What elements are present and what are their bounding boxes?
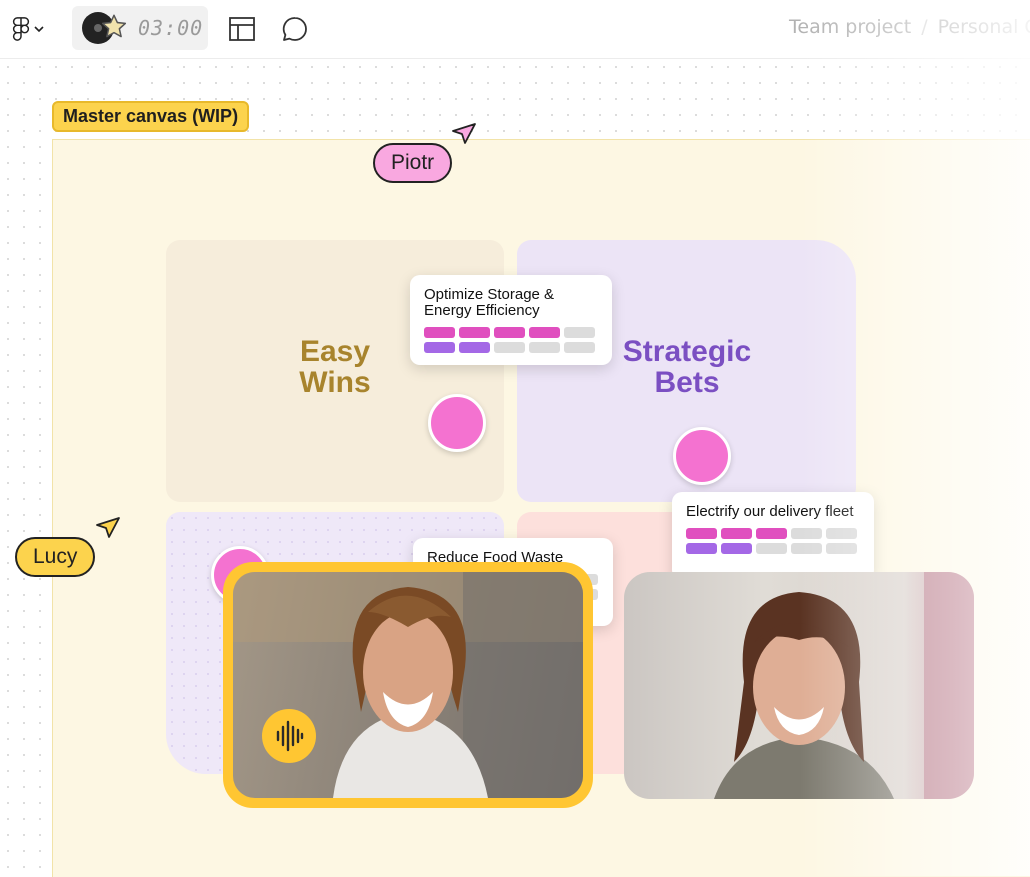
- collaborator-tag-lucy: Lucy: [15, 537, 96, 577]
- quadrant-title-easy-wins: Easy Wins: [255, 336, 415, 398]
- frame-label[interactable]: Master canvas (WIP): [52, 101, 250, 132]
- score-bar: [424, 342, 455, 353]
- score-bar: [564, 342, 595, 353]
- comment-icon[interactable]: [281, 15, 309, 43]
- quadrant-title-strategic-bets: Strategic Bets: [597, 336, 777, 398]
- layout-icon[interactable]: [228, 15, 256, 43]
- idea-dot[interactable]: [673, 427, 731, 485]
- breadcrumb: Team project / Personal C: [789, 16, 1030, 38]
- cursor-arrow-icon: [452, 123, 476, 144]
- star-icon: [101, 14, 127, 38]
- chevron-down-icon: [34, 26, 44, 33]
- video-feed: [233, 572, 583, 798]
- idea-card-storage[interactable]: Optimize Storage & Energy Efficiency: [410, 275, 612, 365]
- main-menu-button[interactable]: [12, 14, 52, 44]
- breadcrumb-page[interactable]: Personal C: [938, 16, 1030, 38]
- score-bar: [826, 543, 857, 554]
- score-bar: [564, 327, 595, 338]
- audio-waveform-icon: [276, 720, 304, 752]
- score-bar: [424, 327, 455, 338]
- score-bar: [459, 327, 490, 338]
- idea-dot[interactable]: [428, 394, 486, 452]
- figma-logo-icon: [12, 17, 30, 41]
- card-title: Optimize Storage & Energy Efficiency: [424, 286, 555, 319]
- score-bar: [826, 528, 857, 539]
- quadrant-title-line: Easy: [299, 335, 371, 368]
- top-toolbar: 03:00 Team project / Personal C: [0, 0, 1030, 59]
- card-title: Electrify our delivery fleet: [686, 503, 854, 520]
- speaking-indicator: [262, 709, 316, 763]
- timer-display: 03:00: [138, 16, 204, 40]
- score-bar: [756, 528, 787, 539]
- score-bar: [721, 543, 752, 554]
- score-bar: [459, 342, 490, 353]
- score-bar: [686, 528, 717, 539]
- score-bar: [529, 342, 560, 353]
- idea-card-delivery-fleet[interactable]: Electrify our delivery fleet: [672, 492, 874, 580]
- score-bar: [791, 543, 822, 554]
- score-bars: [686, 528, 860, 554]
- video-tile-speaker[interactable]: [223, 562, 593, 808]
- score-bar: [721, 528, 752, 539]
- score-bar: [791, 528, 822, 539]
- score-bar: [494, 342, 525, 353]
- score-bar: [494, 327, 525, 338]
- breadcrumb-separator: /: [921, 16, 928, 38]
- score-bar: [756, 543, 787, 554]
- quadrant-title-line: Wins: [299, 366, 371, 399]
- score-bar: [529, 327, 560, 338]
- quadrant-title-line: Strategic: [622, 335, 752, 368]
- breadcrumb-team[interactable]: Team project: [789, 16, 911, 38]
- score-bar: [686, 543, 717, 554]
- participant-photo: [233, 572, 583, 798]
- cursor-arrow-icon: [96, 517, 120, 538]
- score-bars: [424, 327, 598, 353]
- collaborator-tag-piotr: Piotr: [373, 143, 453, 183]
- video-tile-participant[interactable]: [624, 572, 974, 799]
- timer-widget[interactable]: 03:00: [72, 6, 208, 50]
- quadrant-title-line: Bets: [654, 366, 720, 399]
- participant-photo: [714, 572, 974, 799]
